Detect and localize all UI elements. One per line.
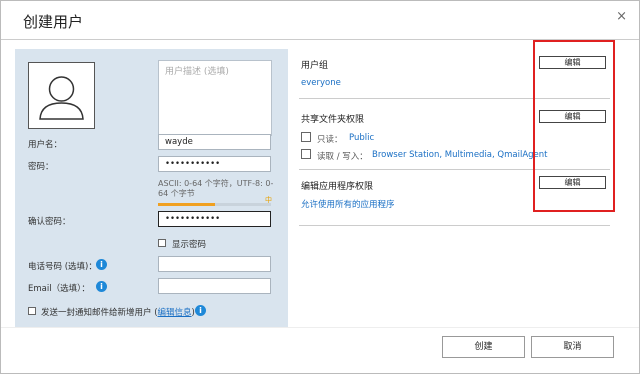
close-icon[interactable]: × xyxy=(616,9,627,24)
notify-checkbox[interactable] xyxy=(28,307,36,315)
user-info-panel: 用户描述 (选填) 用户名： wayde 密码： ••••••••••• ASC… xyxy=(15,49,288,327)
cancel-button[interactable]: 取消 xyxy=(531,336,614,358)
highlight-box xyxy=(533,40,615,212)
info-icon[interactable]: i xyxy=(96,281,107,292)
user-silhouette-icon xyxy=(39,76,84,120)
confirm-password-input[interactable]: ••••••••••• xyxy=(158,211,271,227)
readonly-label: 只读： xyxy=(317,135,343,145)
phone-input[interactable] xyxy=(158,256,271,272)
info-icon[interactable]: i xyxy=(195,305,206,316)
phone-label: 电话号码 (选填)： xyxy=(28,262,97,272)
dialog-title: 创建用户 xyxy=(23,13,84,31)
readwrite-label: 读取 / 写入： xyxy=(317,152,368,162)
username-input[interactable]: wayde xyxy=(158,134,271,150)
description-input[interactable]: 用户描述 (选填) xyxy=(158,60,272,136)
notify-prefix: 发送一封通知邮件给新增用户 ( xyxy=(41,308,158,318)
edit-message-link[interactable]: 编辑信息 xyxy=(158,308,192,318)
user-group-title: 用户组 xyxy=(301,61,329,71)
create-user-dialog: 创建用户 × 用户描述 (选填) 用户名： wayde 密码： ••••••••… xyxy=(0,0,640,374)
edit-icon xyxy=(301,149,311,159)
footer-divider xyxy=(1,327,639,328)
show-password-label: 显示密码 xyxy=(172,240,207,250)
email-label: Email（选填）： xyxy=(28,284,90,294)
app-permission-title: 编辑应用程序权限 xyxy=(301,182,374,192)
password-hint: ASCII: 0-64 个字符，UTF-8: 0-64 个字节 xyxy=(158,179,274,198)
user-group-value: everyone xyxy=(301,78,341,88)
readwrite-value: Browser Station, Multimedia, QmailAgent xyxy=(372,150,548,160)
create-button[interactable]: 创建 xyxy=(442,336,525,358)
notify-text: 发送一封通知邮件给新增用户 (编辑信息) xyxy=(41,306,195,318)
password-strength-bar xyxy=(158,203,271,206)
strength-fill xyxy=(158,203,215,206)
password-label: 密码： xyxy=(28,162,54,172)
avatar[interactable] xyxy=(28,62,95,129)
password-input[interactable]: ••••••••••• xyxy=(158,156,271,172)
confirm-password-label: 确认密码： xyxy=(28,217,71,227)
info-icon[interactable]: i xyxy=(96,259,107,270)
username-label: 用户名： xyxy=(28,140,63,150)
email-input[interactable] xyxy=(158,278,271,294)
list-icon xyxy=(301,132,311,142)
app-permission-value: 允许使用所有的应用程序 xyxy=(301,200,395,210)
share-permission-title: 共享文件夹权限 xyxy=(301,115,365,125)
section-divider xyxy=(299,225,610,226)
show-password-checkbox[interactable] xyxy=(158,239,166,247)
readonly-value: Public xyxy=(349,133,375,143)
